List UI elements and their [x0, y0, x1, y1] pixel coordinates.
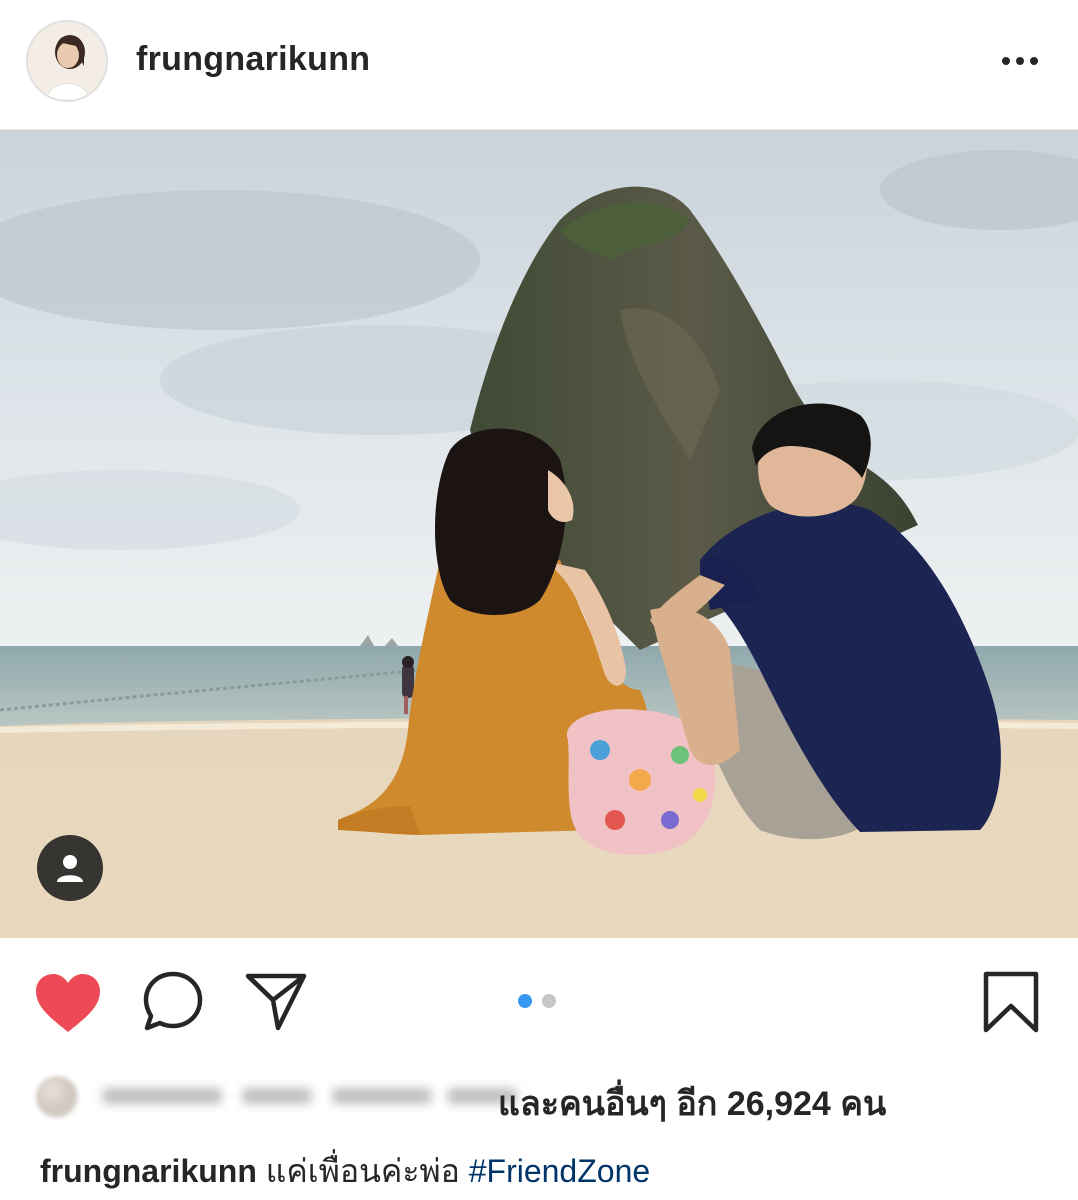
save-button[interactable] — [982, 970, 1040, 1034]
post-username[interactable]: frungnarikunn — [136, 40, 370, 79]
caption-text: แค่เพื่อนค่ะพ่อ — [265, 1153, 460, 1189]
post-photo[interactable] — [0, 130, 1078, 938]
user-tag-icon — [57, 855, 83, 882]
profile-avatar[interactable] — [26, 20, 108, 102]
carousel-indicator — [518, 994, 556, 1008]
caption-username[interactable]: frungnarikunn — [40, 1153, 257, 1189]
comment-bubble-icon — [143, 971, 203, 1031]
likes-summary[interactable]: และคนอื่นๆ อีก 26,924 คน — [36, 1068, 1036, 1128]
carousel-dot — [542, 994, 556, 1008]
comment-button[interactable] — [142, 970, 204, 1032]
share-button[interactable] — [244, 970, 308, 1032]
liker-avatar — [36, 1076, 78, 1118]
blurred-liker-names — [92, 1080, 532, 1114]
like-button[interactable] — [34, 972, 102, 1034]
action-bar — [0, 938, 1078, 1058]
more-horizontal-icon — [1002, 57, 1038, 65]
caption-hashtag[interactable]: #FriendZone — [469, 1153, 650, 1189]
bookmark-icon — [983, 971, 1039, 1033]
post-caption: frungnarikunn แค่เพื่อนค่ะพ่อ #FriendZon… — [40, 1146, 650, 1197]
tagged-users-button[interactable] — [37, 835, 103, 901]
post-header: frungnarikunn — [0, 0, 1078, 130]
paper-plane-icon — [245, 973, 307, 1031]
likes-count-text: และคนอื่นๆ อีก 26,924 คน — [498, 1085, 887, 1123]
heart-filled-icon — [36, 974, 100, 1032]
carousel-dot-active — [518, 994, 532, 1008]
more-options-button[interactable] — [996, 48, 1044, 74]
